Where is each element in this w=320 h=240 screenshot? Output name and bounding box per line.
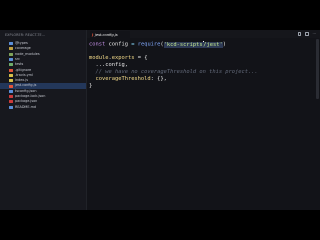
tab-jest-config[interactable]: J jest.config.js: [90, 31, 130, 38]
explorer-header: EXPLORER: REACT-TE...: [5, 33, 46, 37]
info-icon: [9, 105, 13, 109]
folder-icon: [9, 52, 13, 56]
tab-bar: J jest.config.js …: [87, 30, 320, 38]
code-line-6: coverageThreshold: {},: [89, 76, 167, 83]
string-part-b: /jest': [203, 41, 223, 48]
folder-icon: [9, 58, 13, 62]
closing-brace: }: [89, 83, 93, 89]
screen: EXPLORER: REACT-TE... @types coverage node…: [0, 0, 320, 240]
json-icon: [9, 89, 13, 93]
editor-scrollbar[interactable]: [316, 39, 319, 99]
spread-config: ...config,: [89, 62, 128, 68]
code-editor[interactable]: const config = require('kcd-scripts/jest…: [89, 41, 314, 201]
property: coverageThreshold: [89, 76, 151, 82]
yaml-icon: [9, 73, 13, 77]
code-line-3: module.exports = {: [89, 55, 147, 62]
code-line-7: }: [89, 83, 92, 90]
folder-icon: [9, 63, 13, 67]
paren: ): [222, 41, 226, 48]
tab-label: jest.config.js: [94, 32, 118, 37]
open-changes-icon[interactable]: [297, 32, 301, 36]
jest-icon: J: [92, 32, 94, 37]
split-editor-icon[interactable]: [305, 32, 309, 36]
more-actions-icon[interactable]: …: [313, 31, 317, 36]
code-line-1: const config = require('kcd-scripts/jest…: [89, 41, 226, 48]
assignment: = {: [134, 55, 148, 61]
explorer-sidebar: EXPLORER: REACT-TE... @types coverage node…: [0, 30, 87, 210]
folder-icon: [9, 42, 13, 46]
identifier: module: [89, 55, 109, 61]
string-part-a: 'kcd-scripts: [163, 41, 203, 48]
code-line-5: // we have no coverageThreshold on this …: [89, 69, 258, 76]
code-line-4: ...config,: [89, 62, 128, 69]
editor-window: EXPLORER: REACT-TE... @types coverage node…: [0, 30, 320, 210]
value: : {},: [150, 76, 167, 82]
code-comment: // we have no coverageThreshold on this …: [89, 69, 258, 75]
keyword: const: [89, 41, 106, 48]
folder-icon: [9, 47, 13, 51]
editor-actions: …: [297, 31, 317, 36]
property: exports: [111, 55, 135, 61]
function-name: require: [137, 41, 161, 48]
tree-item-label: README.md: [15, 104, 37, 109]
npm-icon: [9, 95, 13, 99]
git-icon: [9, 68, 13, 72]
jest-icon: [9, 84, 13, 88]
js-icon: [9, 79, 13, 83]
npm-icon: [9, 100, 13, 104]
tree-item[interactable]: README.md: [0, 105, 86, 110]
identifier: config: [105, 41, 132, 48]
